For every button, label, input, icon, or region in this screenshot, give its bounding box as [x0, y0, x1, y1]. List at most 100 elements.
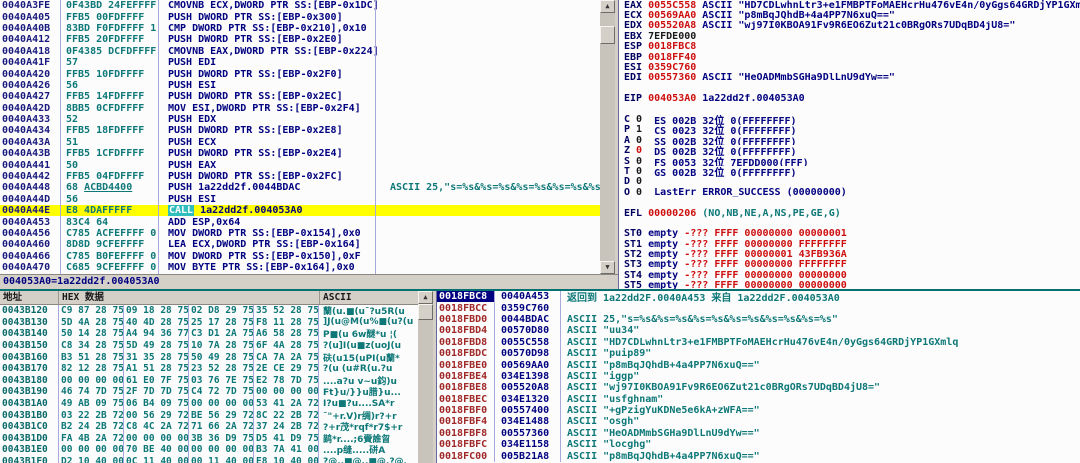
- dump-row[interactable]: 0043B14050 14 28 75A4 94 36 77C3 D1 2A 7…: [0, 328, 418, 340]
- scrollbar-thumb[interactable]: [418, 304, 433, 320]
- disasm-row[interactable]: 0040A456C785 ACFEFFFF 0MOV DWORD PTR SS:…: [0, 228, 600, 239]
- stack-row[interactable]: 0018FBF4034E1488ASCII "osgh": [437, 416, 1080, 427]
- disasm-row[interactable]: 0040A420FFB5 10FDFFFFPUSH DWORD PTR SS:[…: [0, 68, 600, 79]
- dump-row[interactable]: 0043B1F0D2 10 40 000C 11 40 0000 11 40 0…: [0, 456, 418, 463]
- disasm-row[interactable]: 0040A442FFB5 04FDFFFFPUSH DWORD PTR SS:[…: [0, 171, 600, 182]
- register-row[interactable]: EFL 00000206 (NO,NB,NE,A,NS,PE,GE,G): [619, 208, 1080, 218]
- disasm-row[interactable]: 0040A4180F4385 DCFDFFFFCMOVNB EAX,DWORD …: [0, 46, 600, 57]
- disasm-row[interactable]: 0040A44150PUSH EAX: [0, 159, 600, 170]
- disasm-row[interactable]: 0040A40B83BD F0FDFFFF 1CMP DWORD PTR SS:…: [0, 23, 600, 34]
- register-row[interactable]: S 0 FS 0053 32位 7EFDD000(FFF): [619, 156, 1080, 166]
- registers-pane[interactable]: EAX 0055C558 ASCII "HD7CDLwhnLtr3+e1FMBP…: [618, 0, 1080, 289]
- disasm-row[interactable]: 0040A470C685 9CFEFFFF 0MOV BYTE PTR SS:[…: [0, 262, 600, 273]
- column-divider: [60, 0, 61, 274]
- dump-row[interactable]: 0043B19046 74 7D 752F 7D 7D 75C4 72 7D 7…: [0, 386, 418, 398]
- disasm-row[interactable]: 0040A466C785 B0FEFFFF 0MOV DWORD PTR SS:…: [0, 251, 600, 262]
- stack-row[interactable]: 0018FBE4034E1398ASCII "iggp": [437, 371, 1080, 382]
- fpu-status: empty: [648, 260, 684, 270]
- disasm-hex-bytes: FFB5 04FDFFFF: [62, 171, 164, 182]
- dump-ascii: ?(u]I(u■z(uoJ(u: [319, 341, 418, 351]
- disasm-row[interactable]: 0040A434FFB5 18FDFFFFPUSH DWORD PTR SS:[…: [0, 125, 600, 136]
- dump-row[interactable]: 0043B1A049 AB 09 7506 B4 09 7500 00 00 0…: [0, 398, 418, 410]
- disasm-row[interactable]: 0040A42D8BB5 0CFDFFFFMOV ESI,DWORD PTR S…: [0, 103, 600, 114]
- dump-hex-group: 23 52 28 75: [189, 363, 254, 375]
- stack-row[interactable]: 0018FBD400570D80ASCII "uu34": [437, 325, 1080, 336]
- stack-value: 0055C558: [495, 337, 561, 348]
- register-row[interactable]: ST2 empty -??? FFFF 00000001 43FB936A: [619, 249, 1080, 259]
- register-row[interactable]: C 0 ES 002B 32位 0(FFFFFFFF): [619, 114, 1080, 124]
- register-row[interactable]: ESP 0018FBC8: [619, 42, 1080, 52]
- disasm-row[interactable]: 0040A412FFB5 20FDFFFFPUSH DWORD PTR SS:[…: [0, 34, 600, 45]
- stack-row[interactable]: 0018FBCC0359C760: [437, 302, 1080, 313]
- register-row[interactable]: ECX 00569AA0 ASCII "p8mBqJQhdB+4a4PP7N6x…: [619, 10, 1080, 20]
- dump-row[interactable]: 0043B1D0FA 4B 2A 7200 00 00 003B 36 D9 7…: [0, 433, 418, 445]
- stack-row[interactable]: 0018FBDC00570D98ASCII "puip89": [437, 348, 1080, 359]
- register-row[interactable]: EBX 7EFDE000: [619, 31, 1080, 41]
- disasm-row[interactable]: 0040A405FFB5 00FDFFFFPUSH DWORD PTR SS:[…: [0, 11, 600, 22]
- disasm-row[interactable]: 0040A43BFFB5 1CFDFFFFPUSH DWORD PTR SS:[…: [0, 148, 600, 159]
- register-row[interactable]: EAX 0055C558 ASCII "HD7CDLwhnLtr3+e1FMBP…: [619, 0, 1080, 10]
- disasm-instruction: CMP DWORD PTR SS:[EBP-0x210],0x10: [164, 23, 385, 34]
- dump-row[interactable]: 0043B1E000 00 00 0070 BE 40 0000 00 00 0…: [0, 444, 418, 456]
- disasm-row[interactable]: 0040A45383C4 64ADD ESP,0x64: [0, 216, 600, 227]
- dump-hex-group: 61 E0 7F 75: [124, 375, 189, 387]
- stack-pane[interactable]: 0018FBC80040A453返回到 1a22dd2F.0040A453 来自…: [436, 291, 1080, 463]
- stack-row[interactable]: 0018FBFC034E1158ASCII "locghg": [437, 439, 1080, 450]
- stack-row[interactable]: 0018FBE8005520A8ASCII "wj97I0KBOA91Fv9R6…: [437, 382, 1080, 393]
- register-row[interactable]: O 0 LastErr ERROR_SUCCESS (00000000): [619, 187, 1080, 197]
- dump-row[interactable]: 0043B1B003 22 2B 7200 56 29 72BE 56 29 7…: [0, 409, 418, 421]
- stack-row[interactable]: 0018FC00005B21A8ASCII "p8mBqJQhdB+4a4PP7…: [437, 450, 1080, 461]
- dump-row[interactable]: 0043B1C0B2 24 2B 72C8 4C 2A 7271 66 2A 7…: [0, 421, 418, 433]
- scroll-up-icon[interactable]: ▲: [600, 0, 615, 13]
- stack-row[interactable]: 0018FBE000569AA0ASCII "p8mBqJQhdB+4a4PP7…: [437, 359, 1080, 370]
- register-row[interactable]: EIP 004053A0 1a22dd2f.004053A0: [619, 94, 1080, 104]
- register-row[interactable]: D 0: [619, 177, 1080, 187]
- disassembly-pane[interactable]: 0040A3FE0F43BD 24FEFFFFCMOVNB ECX,DWORD …: [0, 0, 600, 274]
- stack-row[interactable]: 0018FBD00044BDACASCII 25,"s=%s&%s=%s&%s=…: [437, 314, 1080, 325]
- stack-row[interactable]: 0018FBEC034E1320ASCII "usfghnam": [437, 394, 1080, 405]
- disasm-row[interactable]: 0040A44868 ACBD4400PUSH 1a22dd2f.0044BDA…: [0, 182, 600, 193]
- disasm-row[interactable]: 0040A3FE0F43BD 24FEFFFFCMOVNB ECX,DWORD …: [0, 0, 600, 11]
- dump-row[interactable]: 0043B120C9 87 28 7509 18 28 7502 D8 29 7…: [0, 305, 418, 317]
- register-row[interactable]: P 1 CS 0023 32位 0(FFFFFFFF): [619, 125, 1080, 135]
- disasm-row[interactable]: 0040A41F57PUSH EDI: [0, 57, 600, 68]
- register-row[interactable]: ST5 empty -??? FFFF 00000000 00000000: [619, 281, 1080, 289]
- register-row[interactable]: T 0 GS 002B 32位 0(FFFFFFFF): [619, 166, 1080, 176]
- disasm-row[interactable]: 0040A427FFB5 14FDFFFFPUSH DWORD PTR SS:[…: [0, 91, 600, 102]
- disasm-row[interactable]: 0040A44D56PUSH ESI: [0, 194, 600, 205]
- disasm-row[interactable]: 0040A44EE8 4DAFFFFFCALL 1a22dd2f.004053A…: [0, 205, 600, 216]
- disasm-row[interactable]: 0040A43A51PUSH ECX: [0, 137, 600, 148]
- disassembly-scrollbar[interactable]: ▲ ▼: [600, 0, 615, 274]
- register-row[interactable]: ST0 empty -??? FFFF 00000000 00000001: [619, 229, 1080, 239]
- disasm-row[interactable]: 0040A42656PUSH ESI: [0, 80, 600, 91]
- register-row[interactable]: EBP 0018FF40: [619, 52, 1080, 62]
- disasm-row[interactable]: 0040A4608D8D 9CFEFFFFLEA ECX,DWORD PTR S…: [0, 239, 600, 250]
- register-row[interactable]: EDX 005520A8 ASCII "wj97I0KBOA91Fv9R6EO6…: [619, 21, 1080, 31]
- stack-row[interactable]: 0018FBF800557360ASCII "HeOADMmbSGHa9DlLn…: [437, 428, 1080, 439]
- dump-row[interactable]: 0043B17082 12 28 75A1 51 28 7523 52 28 7…: [0, 363, 418, 375]
- register-value: 00557360: [648, 73, 696, 83]
- register-row[interactable]: EDI 00557360 ASCII "HeOADMmbSGHa9DlLnU9d…: [619, 73, 1080, 83]
- register-row[interactable]: ST1 empty -??? FFFF 00000000 FFFFFFFF: [619, 239, 1080, 249]
- dump-row[interactable]: 0043B150C8 34 28 755D 49 28 7510 7A 28 7…: [0, 340, 418, 352]
- stack-row[interactable]: 0018FBC80040A453返回到 1a22dd2F.0040A453 来自…: [437, 291, 1080, 302]
- scroll-up-icon[interactable]: ▲: [418, 291, 433, 304]
- dump-row[interactable]: 0043B18000 00 00 0061 E0 7F 7503 76 7E 7…: [0, 375, 418, 387]
- dump-row[interactable]: 0043B1305D 4A 28 7540 4D 28 7525 17 28 7…: [0, 317, 418, 329]
- disasm-address: 0040A433: [0, 114, 62, 125]
- register-row[interactable]: ST3 empty -??? FFFF 00000000 FFFFFFFF: [619, 260, 1080, 270]
- disasm-hex-bytes: 0F43BD 24FEFFFF: [62, 0, 164, 11]
- memory-dump-pane[interactable]: 地址 HEX 数据 ASCII 0043B120C9 87 28 7509 18…: [0, 291, 418, 463]
- register-row[interactable]: A 0 SS 002B 32位 0(FFFFFFFF): [619, 135, 1080, 145]
- dump-scrollbar[interactable]: ▲: [418, 291, 433, 463]
- register-row[interactable]: ST4 empty -??? FFFF 00000000 00000000: [619, 270, 1080, 280]
- stack-row[interactable]: 0018FBF000557400ASCII "+gPzigYuKDNe5e6kA…: [437, 405, 1080, 416]
- scrollbar-thumb[interactable]: [600, 26, 615, 44]
- call-mnemonic-highlight: CALL: [168, 205, 194, 216]
- stack-row[interactable]: 0018FBD80055C558ASCII "HD7CDLwhnLtr3+e1F…: [437, 337, 1080, 348]
- register-row[interactable]: ESI 0359C760: [619, 62, 1080, 72]
- scroll-down-icon[interactable]: ▼: [600, 261, 615, 274]
- dump-row[interactable]: 0043B160B3 51 28 7531 35 28 7550 49 28 7…: [0, 351, 418, 363]
- disasm-row[interactable]: 0040A43352PUSH EDX: [0, 114, 600, 125]
- register-row[interactable]: Z 0 DS 002B 32位 0(FFFFFFFF): [619, 145, 1080, 155]
